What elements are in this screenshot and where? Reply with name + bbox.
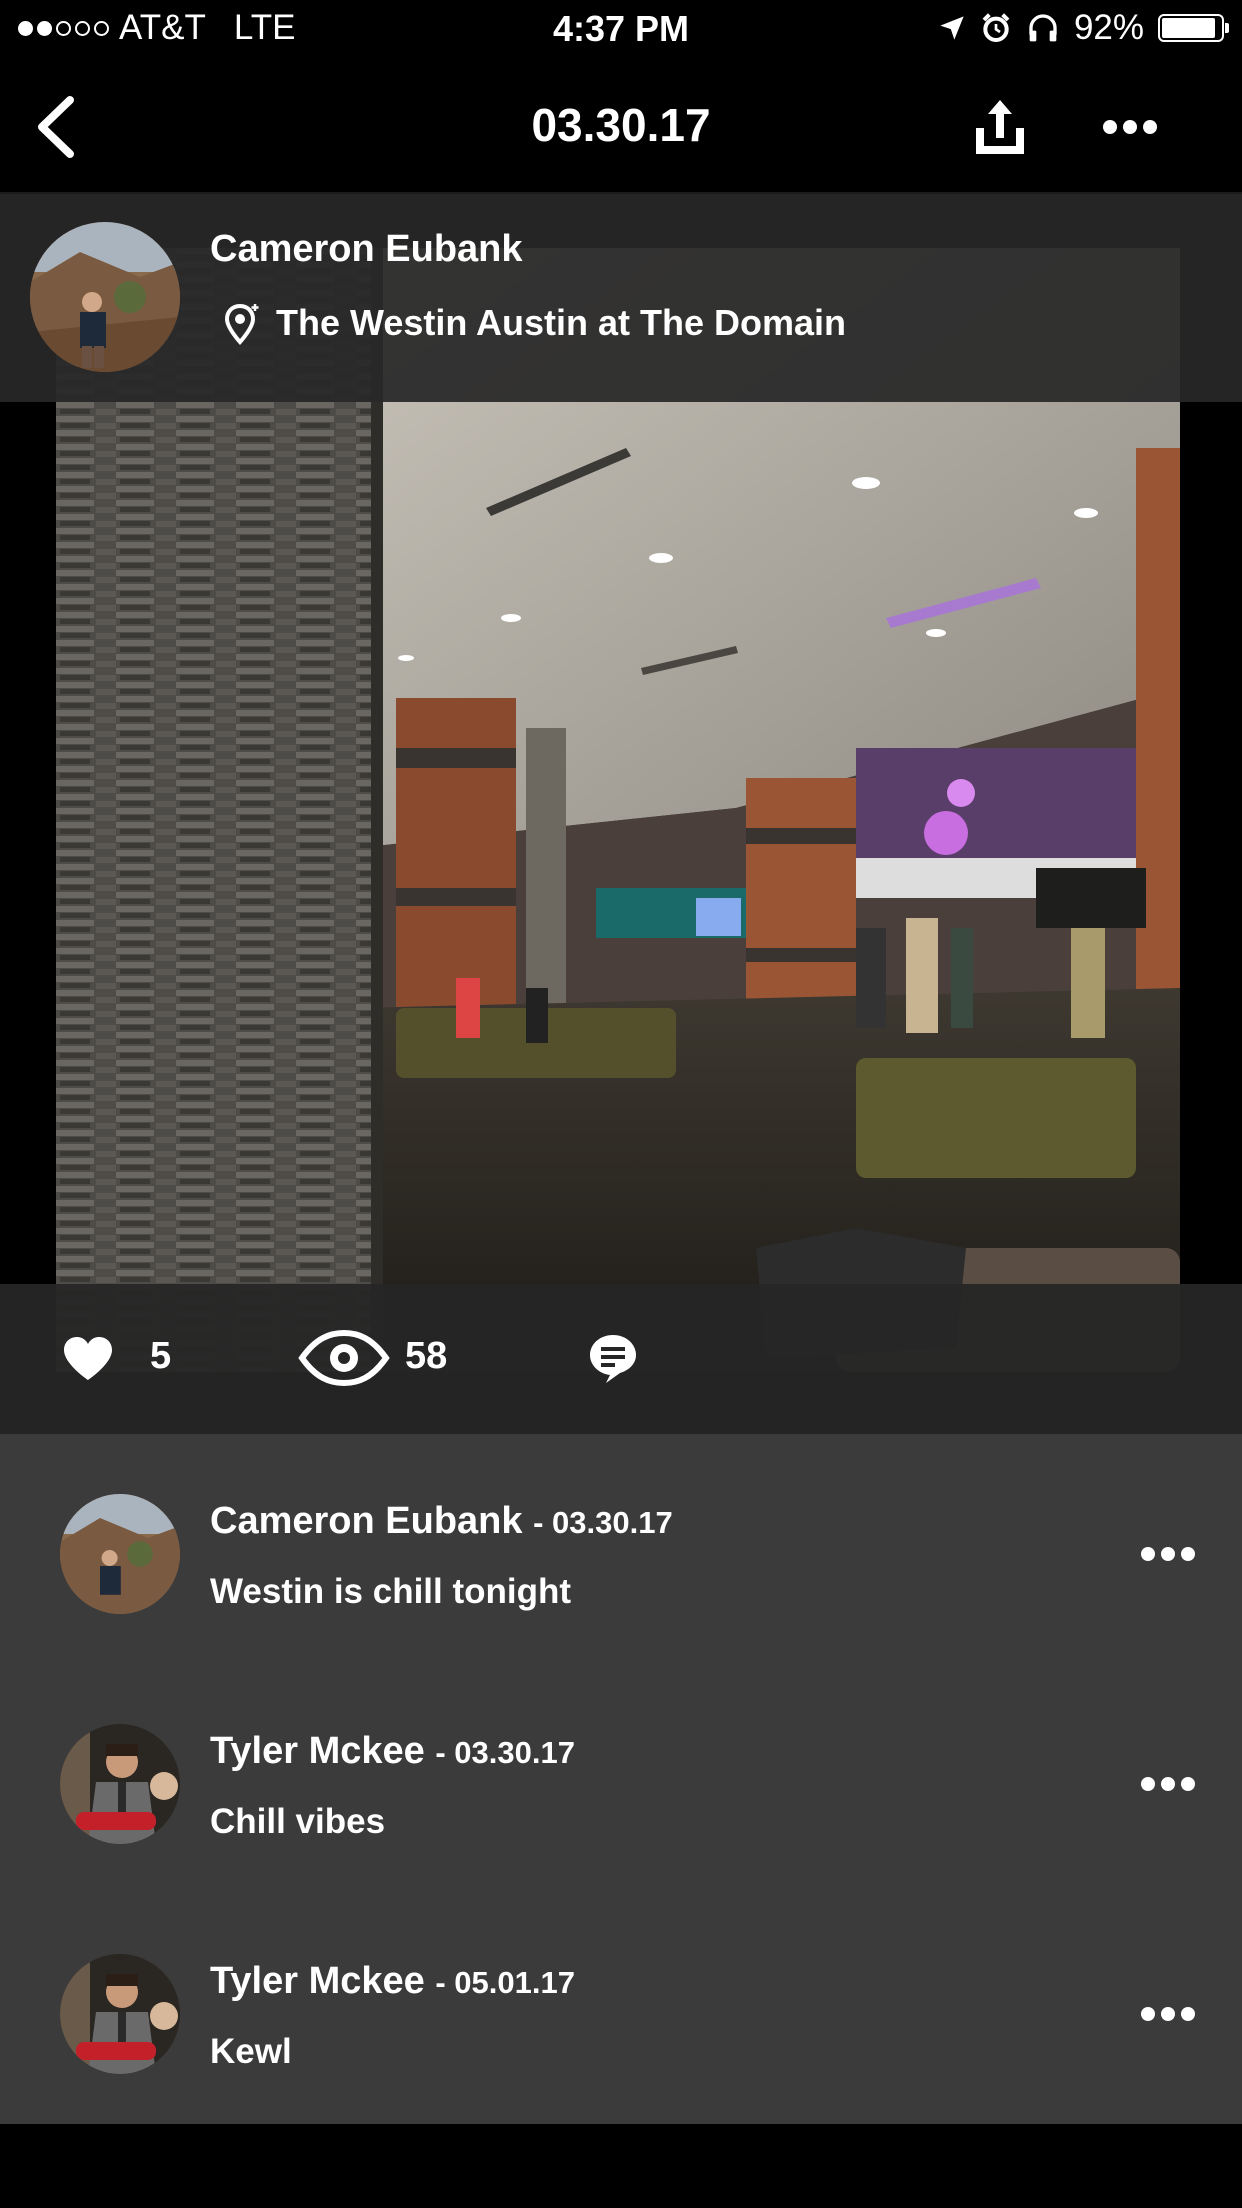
comment-text: Kewl <box>210 2032 292 2071</box>
comment-avatar[interactable] <box>60 1724 180 1844</box>
comment-text: Westin is chill tonight <box>210 1572 572 1611</box>
location-arrow-icon <box>940 16 964 40</box>
page-title: 03.30.17 <box>531 99 711 151</box>
comment-date: - 03.30.17 <box>435 1735 575 1770</box>
comment-author-name[interactable]: Tyler Mckee <box>210 1960 425 2002</box>
status-bar: AT&T LTE 4:37 PM 92% <box>0 0 1242 62</box>
comment-author[interactable]: Tyler Mckee - 05.01.17 <box>210 1960 575 2003</box>
author-header <box>0 194 1242 402</box>
comment-text: Chill vibes <box>210 1802 386 1841</box>
post-photo[interactable] <box>56 248 1180 1372</box>
comment-author[interactable]: Tyler Mckee - 03.30.17 <box>210 1730 575 1773</box>
view-count: 58 <box>405 1335 448 1377</box>
alarm-icon <box>982 13 1010 42</box>
battery-percent: 92% <box>1073 8 1144 47</box>
post-location[interactable]: The Westin Austin at The Domain <box>276 302 846 344</box>
author-name[interactable]: Cameron Eubank <box>210 228 523 271</box>
comment-author[interactable]: Cameron Eubank - 03.30.17 <box>210 1500 673 1543</box>
eye-icon <box>298 1330 390 1386</box>
comment-more-icon[interactable] <box>1138 1772 1198 1796</box>
battery-icon <box>1158 14 1229 42</box>
author-avatar[interactable] <box>30 222 180 372</box>
bottom-spacer <box>0 2124 1242 2208</box>
comment-author-name[interactable]: Cameron Eubank <box>210 1500 523 1542</box>
comment-more-icon[interactable] <box>1138 2002 1198 2026</box>
comment-bubble-icon[interactable] <box>588 1333 638 1385</box>
comment-more-icon[interactable] <box>1138 1542 1198 1566</box>
comment-date: - 03.30.17 <box>533 1505 673 1540</box>
share-icon[interactable] <box>970 92 1030 162</box>
like-count: 5 <box>150 1335 172 1377</box>
heart-icon[interactable] <box>62 1336 114 1382</box>
headphones-icon <box>1029 14 1057 42</box>
nav-bar: 03.30.17 <box>0 62 1242 194</box>
comment-avatar[interactable] <box>60 1494 180 1614</box>
more-dots-icon[interactable] <box>1100 102 1160 152</box>
comment-author-name[interactable]: Tyler Mckee <box>210 1730 425 1772</box>
location-pin-icon <box>224 303 259 345</box>
status-right: 92% <box>938 8 1229 48</box>
comment-avatar[interactable] <box>60 1954 180 2074</box>
comment-date: - 05.01.17 <box>435 1965 575 2000</box>
